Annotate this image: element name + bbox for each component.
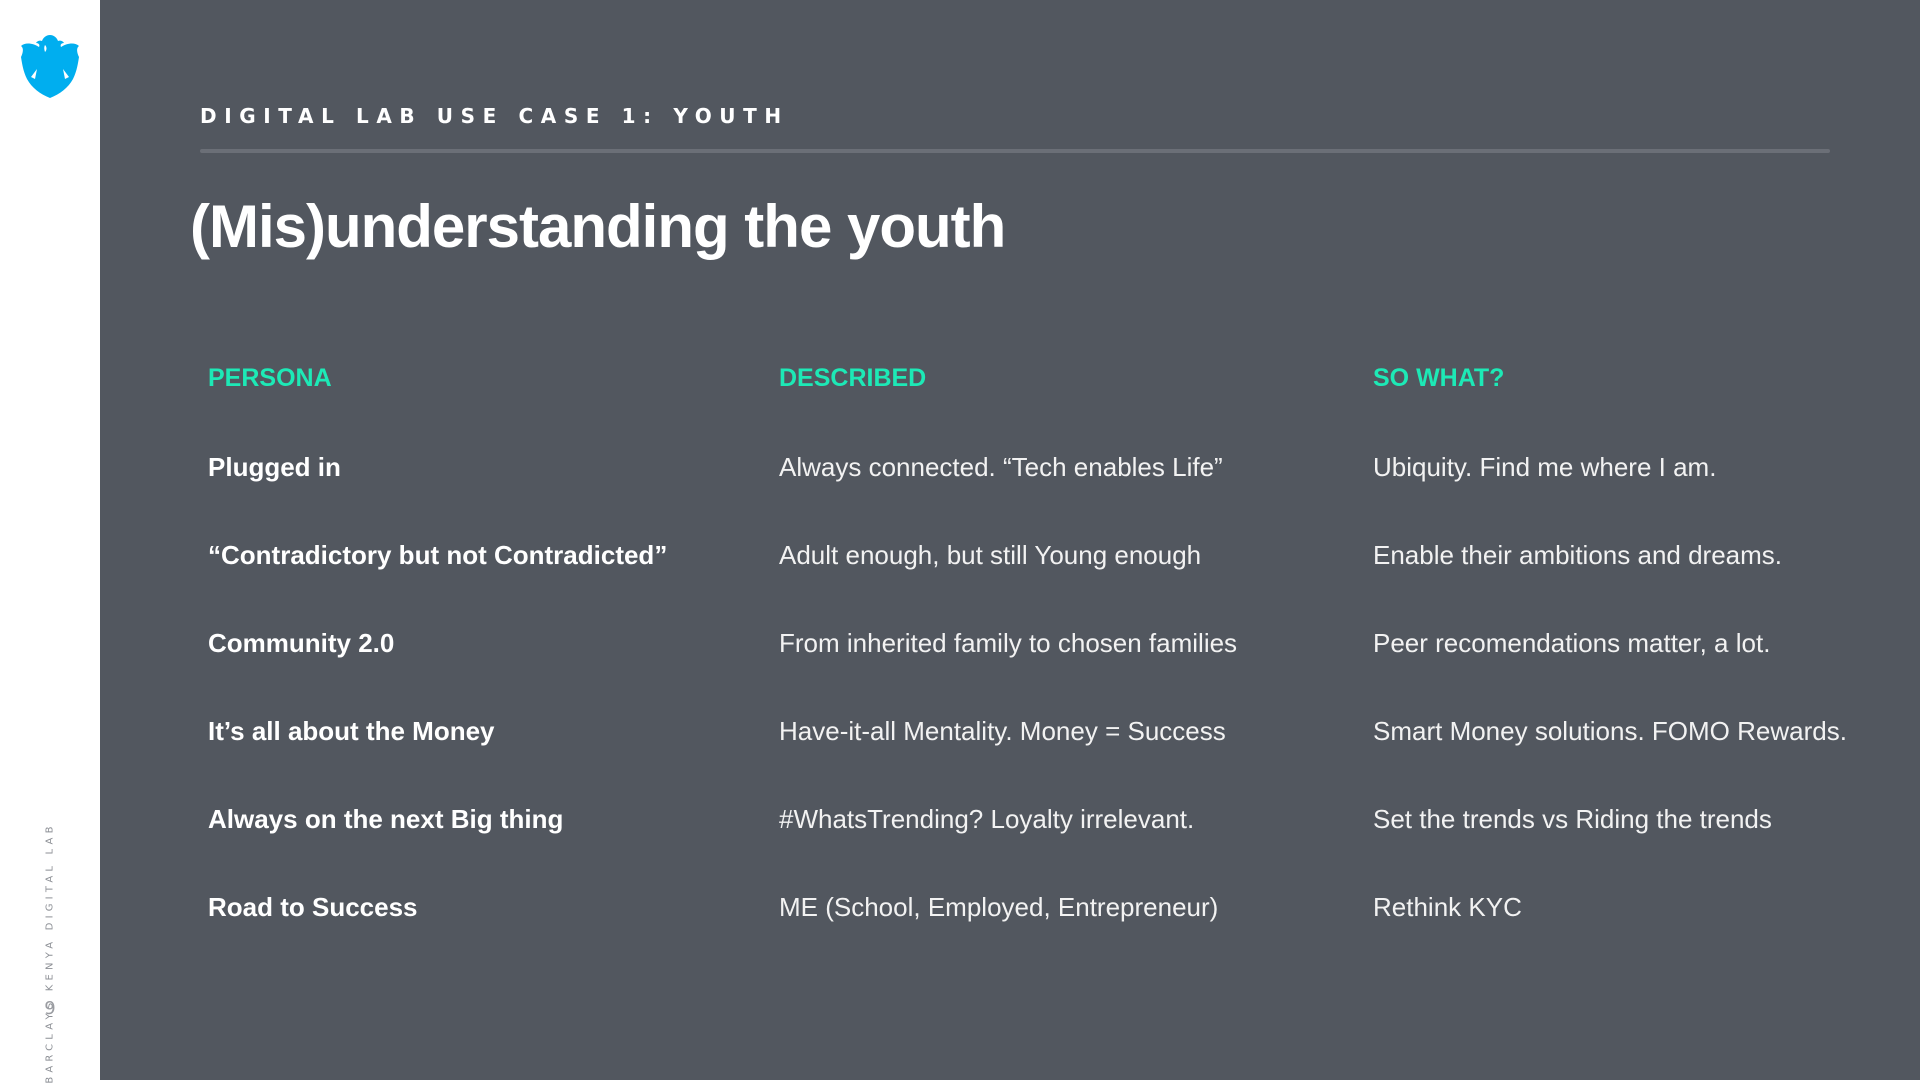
- described-cell: Always connected. “Tech enables Life”: [779, 452, 1223, 482]
- persona-cell: Community 2.0: [208, 628, 395, 658]
- column-header-described: DESCRIBED: [779, 364, 927, 392]
- sidebar: BARCLAYS KENYA DIGITAL LAB 9: [0, 0, 100, 1084]
- header-divider: [200, 149, 1830, 153]
- described-cell: Have-it-all Mentality. Money = Success: [779, 716, 1226, 746]
- persona-cell: Always on the next Big thing: [208, 804, 564, 834]
- eagle-logo-icon: [20, 33, 80, 99]
- page-number: 9: [44, 998, 56, 1019]
- so-what-cell: Ubiquity. Find me where I am.: [1373, 452, 1717, 482]
- so-what-cell: Rethink KYC: [1373, 892, 1522, 922]
- org-vertical-label: BARCLAYS KENYA DIGITAL LAB: [44, 822, 56, 1084]
- persona-cell: Plugged in: [208, 452, 341, 482]
- column-header-so-what: SO WHAT?: [1373, 364, 1505, 392]
- so-what-cell: Enable their ambitions and dreams.: [1373, 540, 1783, 570]
- persona-cell: “Contradictory but not Contradicted”: [208, 540, 668, 570]
- described-cell: #WhatsTrending? Loyalty irrelevant.: [779, 804, 1195, 834]
- slide-title: (Mis)understanding the youth: [190, 193, 1006, 260]
- so-what-cell: Peer recomendations matter, a lot.: [1373, 628, 1771, 658]
- persona-cell: It’s all about the Money: [208, 716, 495, 746]
- slide-kicker: DIGITAL LAB USE CASE 1: YOUTH: [200, 104, 789, 128]
- so-what-cell: Smart Money solutions. FOMO Rewards.: [1373, 716, 1847, 746]
- persona-cell: Road to Success: [208, 892, 418, 922]
- column-header-persona: PERSONA: [208, 364, 332, 392]
- described-cell: Adult enough, but still Young enough: [779, 540, 1202, 570]
- described-cell: From inherited family to chosen families: [779, 628, 1238, 658]
- so-what-cell: Set the trends vs Riding the trends: [1373, 804, 1772, 834]
- described-cell: ME (School, Employed, Entrepreneur): [779, 892, 1219, 922]
